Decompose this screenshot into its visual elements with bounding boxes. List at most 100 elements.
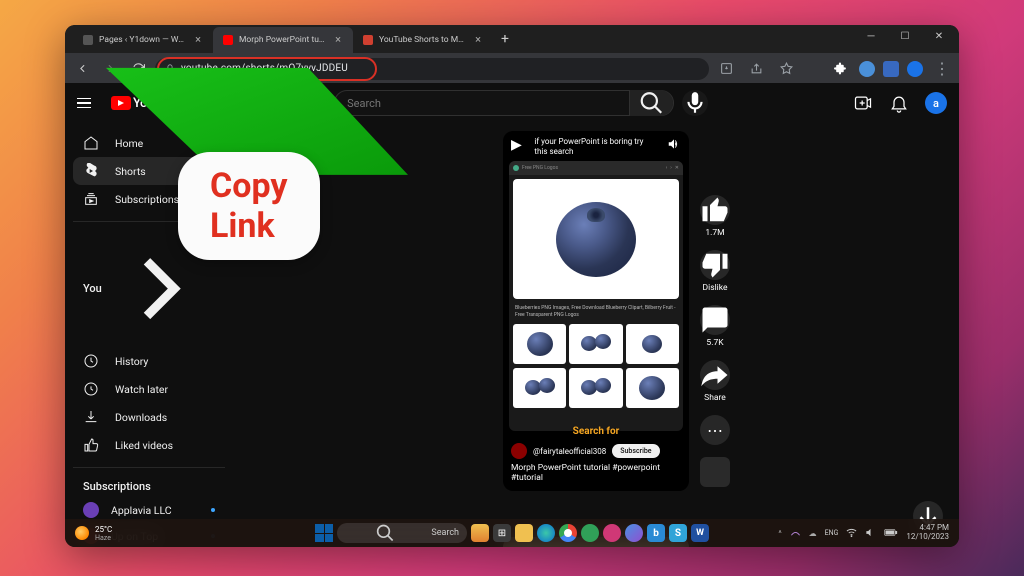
taskbar-app-icon[interactable]	[581, 524, 599, 542]
search-input[interactable]	[335, 97, 629, 110]
sidebar-item-label: Subscriptions	[115, 193, 179, 206]
maximize-button[interactable]: ☐	[889, 25, 921, 47]
comments-action[interactable]: 5.7K	[700, 305, 730, 348]
like-icon	[83, 437, 99, 453]
start-button[interactable]	[315, 524, 333, 542]
tab-title: Morph PowerPoint tutorial #po...	[239, 35, 327, 45]
minimize-button[interactable]: ─	[855, 25, 887, 47]
extension-icon[interactable]	[883, 61, 899, 77]
taskbar-app-icon[interactable]: S	[669, 524, 687, 542]
channel-avatar-icon	[83, 502, 99, 518]
channel-avatar-icon[interactable]	[511, 443, 527, 459]
reload-button[interactable]	[127, 58, 149, 80]
share-icon[interactable]	[745, 58, 767, 80]
divider	[73, 467, 225, 468]
sidebar-item-label: Watch later	[115, 383, 168, 396]
menu-button[interactable]	[77, 93, 97, 113]
language-indicator[interactable]: ENG	[825, 529, 839, 537]
sidebar-item-watch-later[interactable]: Watch later	[73, 375, 225, 403]
taskbar-explorer-icon[interactable]	[515, 524, 533, 542]
taskbar-clock[interactable]: 4:47 PM 12/10/2023	[906, 524, 949, 542]
sidebar-subs-header: Subscriptions	[73, 476, 225, 497]
profile-avatar-icon[interactable]	[907, 61, 923, 77]
like-count: 1.7M	[705, 228, 724, 238]
thumbs-up-icon	[700, 195, 730, 225]
tray-icon[interactable]	[790, 527, 801, 540]
sidebar-item-label: Home	[115, 137, 143, 150]
wifi-icon[interactable]	[846, 527, 857, 540]
volume-icon[interactable]	[667, 137, 681, 154]
logo-text: YouTube	[133, 96, 181, 111]
sidebar-item-liked[interactable]: Liked videos	[73, 431, 225, 459]
tab-youtube-short[interactable]: Morph PowerPoint tutorial #po... ×	[213, 27, 353, 53]
sound-action[interactable]	[700, 457, 730, 487]
play-icon[interactable]: ▶	[511, 137, 522, 153]
dislike-action[interactable]: Dislike	[700, 250, 730, 293]
taskbar-app-icon[interactable]	[603, 524, 621, 542]
taskbar-bing-icon[interactable]: b	[647, 524, 665, 542]
tray-icon[interactable]: ^	[778, 529, 781, 538]
tray-icon[interactable]: ☁	[809, 529, 817, 538]
voice-search-button[interactable]	[682, 90, 708, 116]
header-actions: a	[853, 92, 947, 114]
close-window-button[interactable]: ✕	[923, 25, 955, 47]
short-video[interactable]: ▶ if your PowerPoint is boring try this …	[503, 131, 689, 491]
taskbar-app-icon[interactable]	[625, 524, 643, 542]
like-action[interactable]: 1.7M	[700, 195, 730, 238]
extensions-icon[interactable]	[829, 58, 851, 80]
create-button[interactable]	[853, 93, 873, 113]
short-top-overlay: ▶ if your PowerPoint is boring try this …	[511, 137, 681, 156]
back-button[interactable]	[71, 58, 93, 80]
taskbar-app-icon[interactable]: ⊞	[493, 524, 511, 542]
search-icon	[345, 523, 425, 543]
more-action[interactable]: ⋯	[700, 415, 730, 445]
new-tab-button[interactable]: +	[493, 25, 517, 53]
subscribe-button[interactable]: Subscribe	[612, 444, 659, 458]
taskbar-search[interactable]: Search	[337, 523, 467, 543]
overlay-text: Search for	[511, 426, 681, 437]
close-icon[interactable]: ×	[193, 35, 203, 45]
taskbar-edge-icon[interactable]	[537, 524, 555, 542]
tab-converter[interactable]: YouTube Shorts to MP3 Conver... ×	[353, 27, 493, 53]
account-avatar[interactable]: a	[925, 92, 947, 114]
embedded-tab-bar: Free PNG Logos ‹›✕	[509, 161, 683, 175]
favicon-icon	[363, 35, 373, 45]
lock-icon	[165, 59, 175, 78]
battery-icon[interactable]	[884, 527, 898, 540]
forward-button[interactable]	[99, 58, 121, 80]
extension-icon[interactable]	[805, 61, 821, 77]
menu-icon[interactable]: ⋮	[931, 58, 953, 80]
shorts-icon	[83, 163, 99, 179]
dislike-label: Dislike	[703, 283, 728, 293]
image-thumb	[626, 368, 679, 408]
taskbar-app-icon[interactable]	[471, 524, 489, 542]
notifications-button[interactable]	[889, 93, 909, 113]
bookmark-icon[interactable]	[775, 58, 797, 80]
youtube-logo[interactable]: YouTube BD	[111, 96, 189, 111]
sidebar-item-downloads[interactable]: Downloads	[73, 403, 225, 431]
sidebar-item-label: Liked videos	[115, 439, 173, 452]
taskbar-chrome-icon[interactable]	[559, 524, 577, 542]
share-action[interactable]: Share	[700, 360, 730, 403]
weather-icon	[75, 526, 89, 540]
close-icon[interactable]: ×	[473, 35, 483, 45]
play-icon	[111, 96, 131, 110]
address-bar-icons: ⋮	[715, 58, 953, 80]
install-icon[interactable]	[715, 58, 737, 80]
home-icon	[83, 135, 99, 151]
taskbar-word-icon[interactable]: W	[691, 524, 709, 542]
extension-icon[interactable]	[859, 61, 875, 77]
channel-handle[interactable]: @fairytaleofficial308	[533, 447, 606, 456]
search-container	[203, 90, 839, 116]
search-button[interactable]	[629, 90, 673, 116]
taskbar-weather[interactable]: 25°C Haze	[75, 525, 112, 542]
url-input[interactable]: youtube.com/shorts/mO7yyvJDDEU	[155, 58, 709, 80]
tab-wordpress[interactable]: Pages ‹ Y1down — WordPress ×	[73, 27, 213, 53]
image-thumb	[513, 368, 566, 408]
sidebar-item-history[interactable]: History	[73, 347, 225, 375]
date: 12/10/2023	[906, 533, 949, 542]
image-results: Blueberries PNG Images, Free Download Bl…	[509, 175, 683, 412]
comment-count: 5.7K	[706, 338, 723, 348]
volume-icon[interactable]	[865, 527, 876, 540]
close-icon[interactable]: ×	[333, 35, 343, 45]
